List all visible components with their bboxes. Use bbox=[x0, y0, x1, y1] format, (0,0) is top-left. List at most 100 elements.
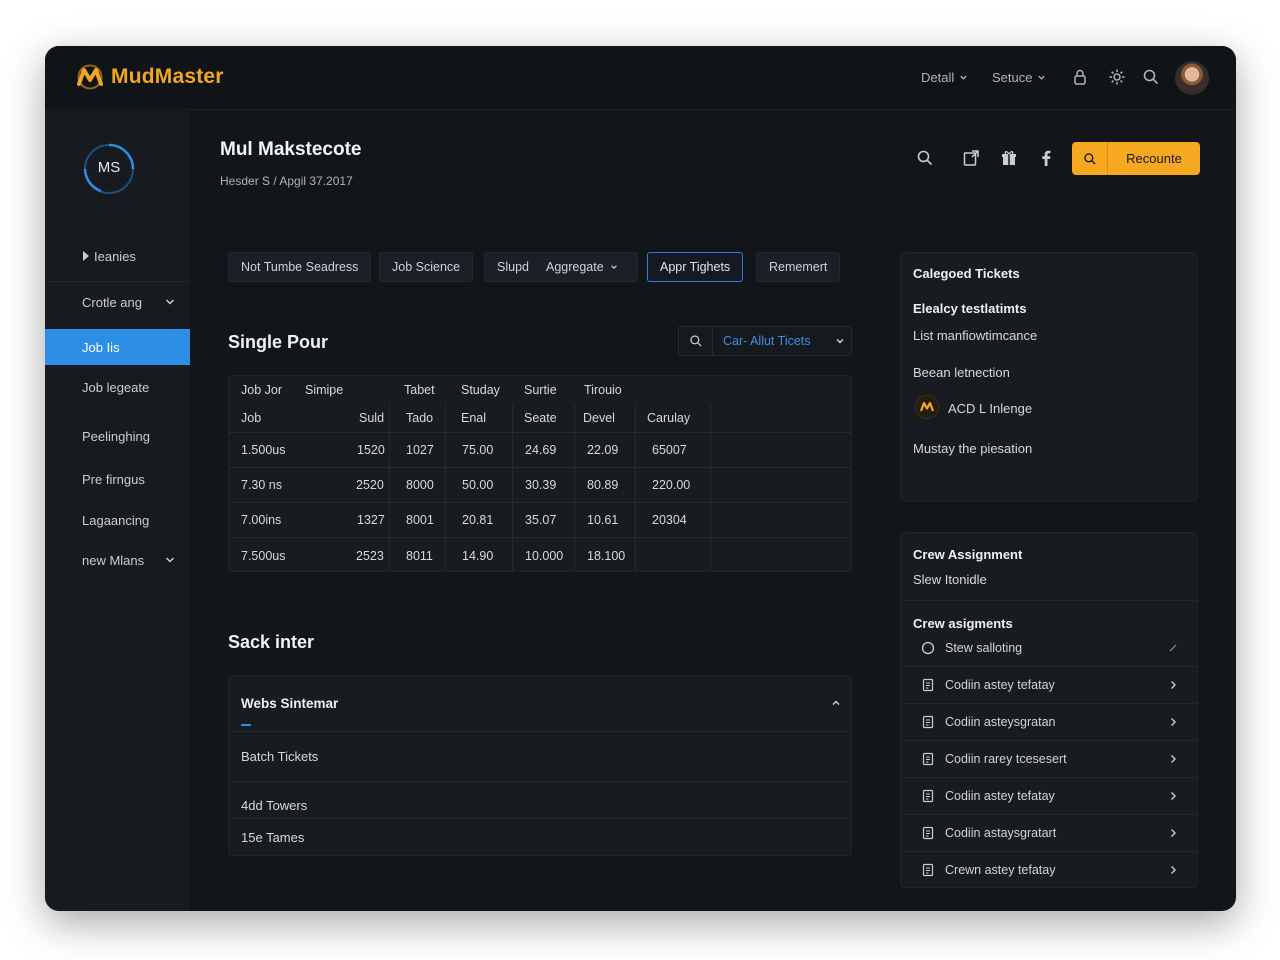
document-icon bbox=[922, 826, 934, 840]
accordion-active-marker bbox=[241, 724, 251, 726]
tab-not-tumbe-seadress[interactable]: Not Tumbe Seadress bbox=[228, 252, 372, 282]
search-icon[interactable] bbox=[916, 149, 934, 167]
crew-list-item[interactable]: Codiin astaysgratart bbox=[901, 814, 1197, 851]
chevron-right-icon bbox=[1171, 681, 1176, 689]
button-label: Recounte bbox=[1126, 151, 1182, 166]
gift-icon[interactable] bbox=[1000, 149, 1018, 167]
table-row[interactable]: 7.00ins 1327 8001 20.81 35.07 10.61 2030… bbox=[229, 503, 851, 538]
column-header[interactable]: Job Jor bbox=[241, 376, 282, 404]
column-header[interactable]: Simipe bbox=[305, 376, 343, 404]
sidebar-item-job-legeate[interactable]: Job legeate bbox=[45, 369, 190, 405]
accordion-header[interactable]: Webs Sintemar bbox=[229, 676, 851, 732]
sidebar-item-job-iis[interactable]: Job Iis bbox=[45, 329, 190, 365]
crew-list-item[interactable]: Codiin astey tefatay bbox=[901, 666, 1197, 703]
table-row[interactable]: 1.500us 1520 1027 75.00 24.69 22.09 6500… bbox=[229, 433, 851, 468]
crew-list-item[interactable]: Codiin rarey tcesesert bbox=[901, 740, 1197, 777]
table-cell: 8001 bbox=[406, 513, 434, 527]
crew-list-item[interactable]: Codiin astey tefatay bbox=[901, 777, 1197, 814]
brand-logo-icon bbox=[77, 64, 103, 90]
table-row[interactable]: 7.500us 2523 8011 14.90 10.000 18.100 bbox=[229, 538, 851, 571]
table-cell: 80.89 bbox=[587, 478, 619, 492]
crew-item-label: Stew salloting bbox=[945, 641, 1023, 655]
table-cell: 220.00 bbox=[652, 478, 691, 492]
table-cell: 7.500us bbox=[241, 548, 286, 563]
menu-detall[interactable]: Detall bbox=[921, 70, 968, 85]
export-icon[interactable] bbox=[962, 149, 980, 167]
lock-icon[interactable] bbox=[1071, 68, 1089, 86]
table-cell: 24.69 bbox=[525, 443, 557, 457]
facebook-icon[interactable] bbox=[1037, 149, 1055, 167]
tab-slupd-aggregate[interactable]: Slupd Aggregate bbox=[484, 252, 638, 282]
panel-item[interactable]: ACD L Inlenge bbox=[948, 401, 1032, 416]
crew-item-label: Codiin astey tefatay bbox=[945, 789, 1055, 803]
section-title-single-pour: Single Pour bbox=[228, 332, 329, 352]
accordion-item[interactable]: 4dd Towers bbox=[229, 782, 851, 819]
sidebar-item-crotle-ang[interactable]: Crotle ang bbox=[45, 284, 190, 320]
panel-title: Calegoed Tickets bbox=[913, 266, 1020, 281]
sidebar-item-peelinghing[interactable]: Peelinghing bbox=[45, 418, 190, 454]
tab-rememert[interactable]: Rememert bbox=[756, 252, 841, 282]
column-header[interactable]: Carulay bbox=[647, 404, 690, 432]
column-header[interactable]: Job bbox=[241, 404, 261, 432]
crew-item-label: Codiin asteysgratan bbox=[945, 715, 1056, 729]
document-icon bbox=[922, 678, 934, 692]
sidebar-item-new-mlans[interactable]: new Mlans bbox=[45, 542, 190, 578]
tab-appr-tighets[interactable]: Appr Tighets bbox=[647, 252, 744, 282]
sidebar-item-ieanies[interactable]: Ieanies bbox=[45, 238, 190, 274]
column-header[interactable]: Surtie bbox=[524, 376, 557, 404]
search-icon[interactable] bbox=[1142, 68, 1160, 86]
crew-item-label: Codiin rarey tcesesert bbox=[945, 752, 1067, 766]
table-cell: 30.39 bbox=[525, 478, 557, 492]
chevron-right-icon bbox=[1171, 792, 1176, 800]
sidebar-item-label: Lagaancing bbox=[82, 512, 150, 528]
sidebar-item-lagaancing[interactable]: Lagaancing bbox=[45, 502, 190, 538]
table-cell: 7.30 ns bbox=[241, 478, 283, 492]
sidebar-item-label: Peelinghing bbox=[82, 428, 150, 444]
column-header[interactable]: Tirouio bbox=[584, 376, 622, 404]
sidebar-item-pre-firngus[interactable]: Pre firngus bbox=[45, 461, 190, 497]
document-icon bbox=[922, 863, 934, 877]
chevron-down-icon bbox=[610, 265, 617, 270]
filter-label: Car- Allut Ticets bbox=[723, 334, 811, 348]
sidebar: MS Ieanies Crotle ang Job Iis Job legeat… bbox=[45, 111, 190, 911]
recounte-button[interactable]: Recounte bbox=[1072, 142, 1200, 175]
sidebar-item-label: Ieanies bbox=[94, 248, 136, 264]
column-header[interactable]: Suld bbox=[359, 404, 384, 432]
tab-job-science[interactable]: Job Science bbox=[379, 252, 474, 282]
panel-line[interactable]: Mustay the piesation bbox=[913, 441, 1032, 456]
chevron-down-icon bbox=[165, 557, 175, 563]
crew-list-item[interactable]: Crewn astey tefatay bbox=[901, 851, 1197, 888]
accordion-item-label: 4dd Towers bbox=[241, 797, 308, 813]
sidebar-item-label: new Mlans bbox=[82, 552, 145, 568]
column-header[interactable]: Enal bbox=[461, 404, 486, 432]
ms-logo-text: MS bbox=[97, 159, 121, 176]
table-cell: 8000 bbox=[406, 478, 434, 492]
table-cell: 50.00 bbox=[462, 478, 494, 492]
column-header[interactable]: Studay bbox=[461, 376, 500, 404]
table-row[interactable]: 7.30 ns 2520 8000 50.00 30.39 80.89 220.… bbox=[229, 468, 851, 503]
column-header[interactable]: Devel bbox=[583, 404, 615, 432]
brand[interactable]: MudMaster bbox=[75, 64, 224, 90]
column-header[interactable]: Tado bbox=[406, 404, 433, 432]
accordion-item[interactable]: Batch Tickets bbox=[229, 732, 851, 782]
ticket-filter-dropdown[interactable]: Car- Allut Ticets bbox=[678, 326, 852, 356]
column-header[interactable]: Tabet bbox=[404, 376, 435, 404]
table-cell: 14.90 bbox=[462, 548, 494, 563]
settings-icon[interactable] bbox=[1108, 68, 1126, 86]
accordion-item[interactable]: 15e Tames bbox=[229, 819, 851, 856]
crew-list-item[interactable]: Stew salloting bbox=[901, 630, 1197, 666]
panel-line[interactable]: Beean letnection bbox=[913, 365, 1010, 380]
edit-icon bbox=[1169, 644, 1177, 652]
user-avatar[interactable] bbox=[1175, 61, 1209, 95]
table-cell: 2523 bbox=[356, 548, 384, 563]
document-icon bbox=[922, 715, 934, 729]
panel-line[interactable]: List manfiowtimcance bbox=[913, 328, 1037, 343]
search-icon bbox=[1072, 142, 1108, 175]
chevron-right-icon bbox=[1171, 866, 1176, 874]
section-title-sack-inter: Sack inter bbox=[228, 632, 315, 652]
table-cell: 8011 bbox=[406, 548, 433, 563]
menu-setuce[interactable]: Setuce bbox=[992, 70, 1046, 85]
column-header[interactable]: Seate bbox=[524, 404, 557, 432]
crew-list-item[interactable]: Codiin asteysgratan bbox=[901, 703, 1197, 740]
table-cell: 1327 bbox=[357, 513, 385, 527]
